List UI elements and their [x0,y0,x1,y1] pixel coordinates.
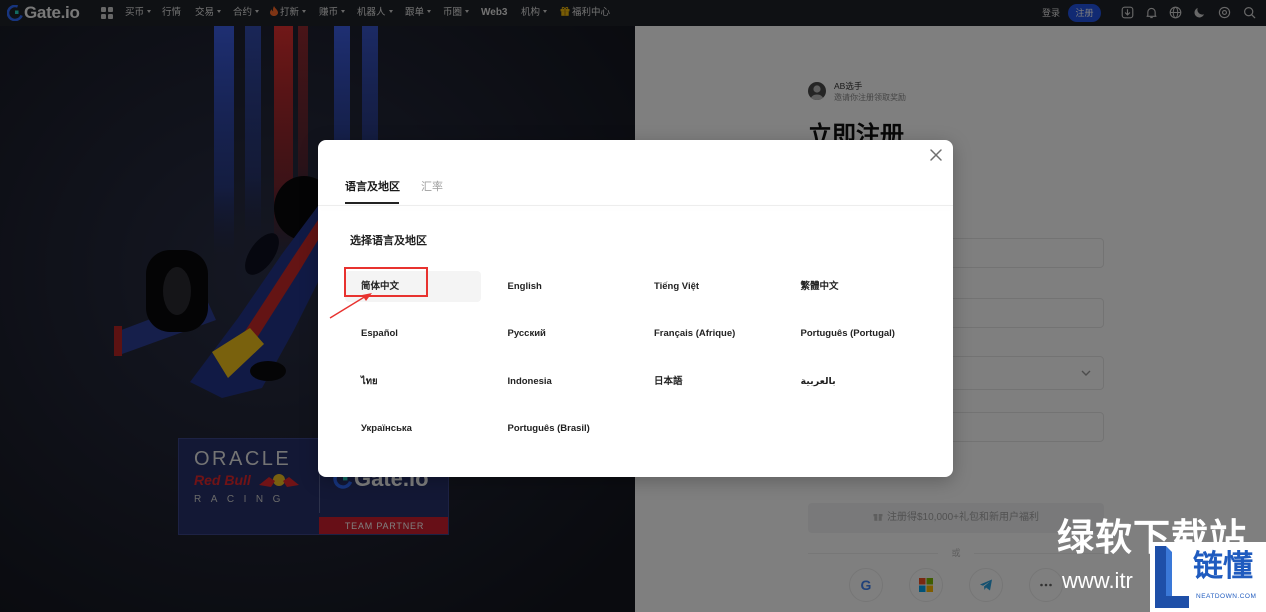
watermark-brand: 链懂 [1193,550,1253,583]
tab-language-region[interactable]: 语言及地区 [345,180,400,194]
language-option[interactable]: Русский [492,318,628,349]
annotation-arrow-icon [329,293,372,319]
language-option-label: Русский [507,328,546,340]
language-option[interactable]: Indonesia [492,366,628,397]
watermark-url: www.itr [1062,568,1133,593]
language-option-label: Português (Portugal) [800,328,895,340]
active-tab-indicator [345,202,399,204]
watermark-logo: 链懂 NEATDOWN.COM [1150,542,1266,612]
language-option[interactable]: Português (Brasil) [492,413,628,444]
language-option[interactable]: 日本語 [638,366,774,397]
language-option-label: Português (Brasil) [507,422,590,434]
language-option-label: Українська [361,422,412,434]
language-option[interactable]: English [492,271,628,302]
language-option-label: Français (Afrique) [654,328,736,340]
language-option[interactable]: Français (Afrique) [638,318,774,349]
language-option-label: English [507,281,542,292]
language-option-label: 日本語 [654,375,683,387]
language-region-modal: 语言及地区 汇率 选择语言及地区 简体中文 English Tiếng Việt 繁體… [318,140,953,477]
language-option[interactable]: Українська [345,413,481,444]
language-option[interactable]: Português (Portugal) [785,318,921,349]
language-option-label: 繁體中文 [800,281,839,292]
language-option-label: بالعربية [800,375,836,387]
close-icon[interactable] [929,148,943,162]
watermark-l-logo-icon [1155,546,1189,608]
language-option-label: ไทย [361,375,378,387]
section-title: 选择语言及地区 [350,235,427,247]
language-option-label: Español [361,328,398,340]
language-option[interactable]: Tiếng Việt [638,271,774,302]
tab-divider [318,205,953,206]
language-option[interactable]: بالعربية [785,366,921,397]
language-grid: 简体中文 English Tiếng Việt 繁體中文 Español Русский F… [345,271,921,444]
language-option-label: Indonesia [507,375,552,387]
tab-exchange-rate[interactable]: 汇率 [421,180,443,194]
language-option[interactable]: ไทย [345,366,481,397]
watermark-domain: NEATDOWN.COM [1196,593,1257,600]
language-option[interactable]: 繁體中文 [785,271,921,302]
language-option-label: Tiếng Việt [654,281,700,292]
